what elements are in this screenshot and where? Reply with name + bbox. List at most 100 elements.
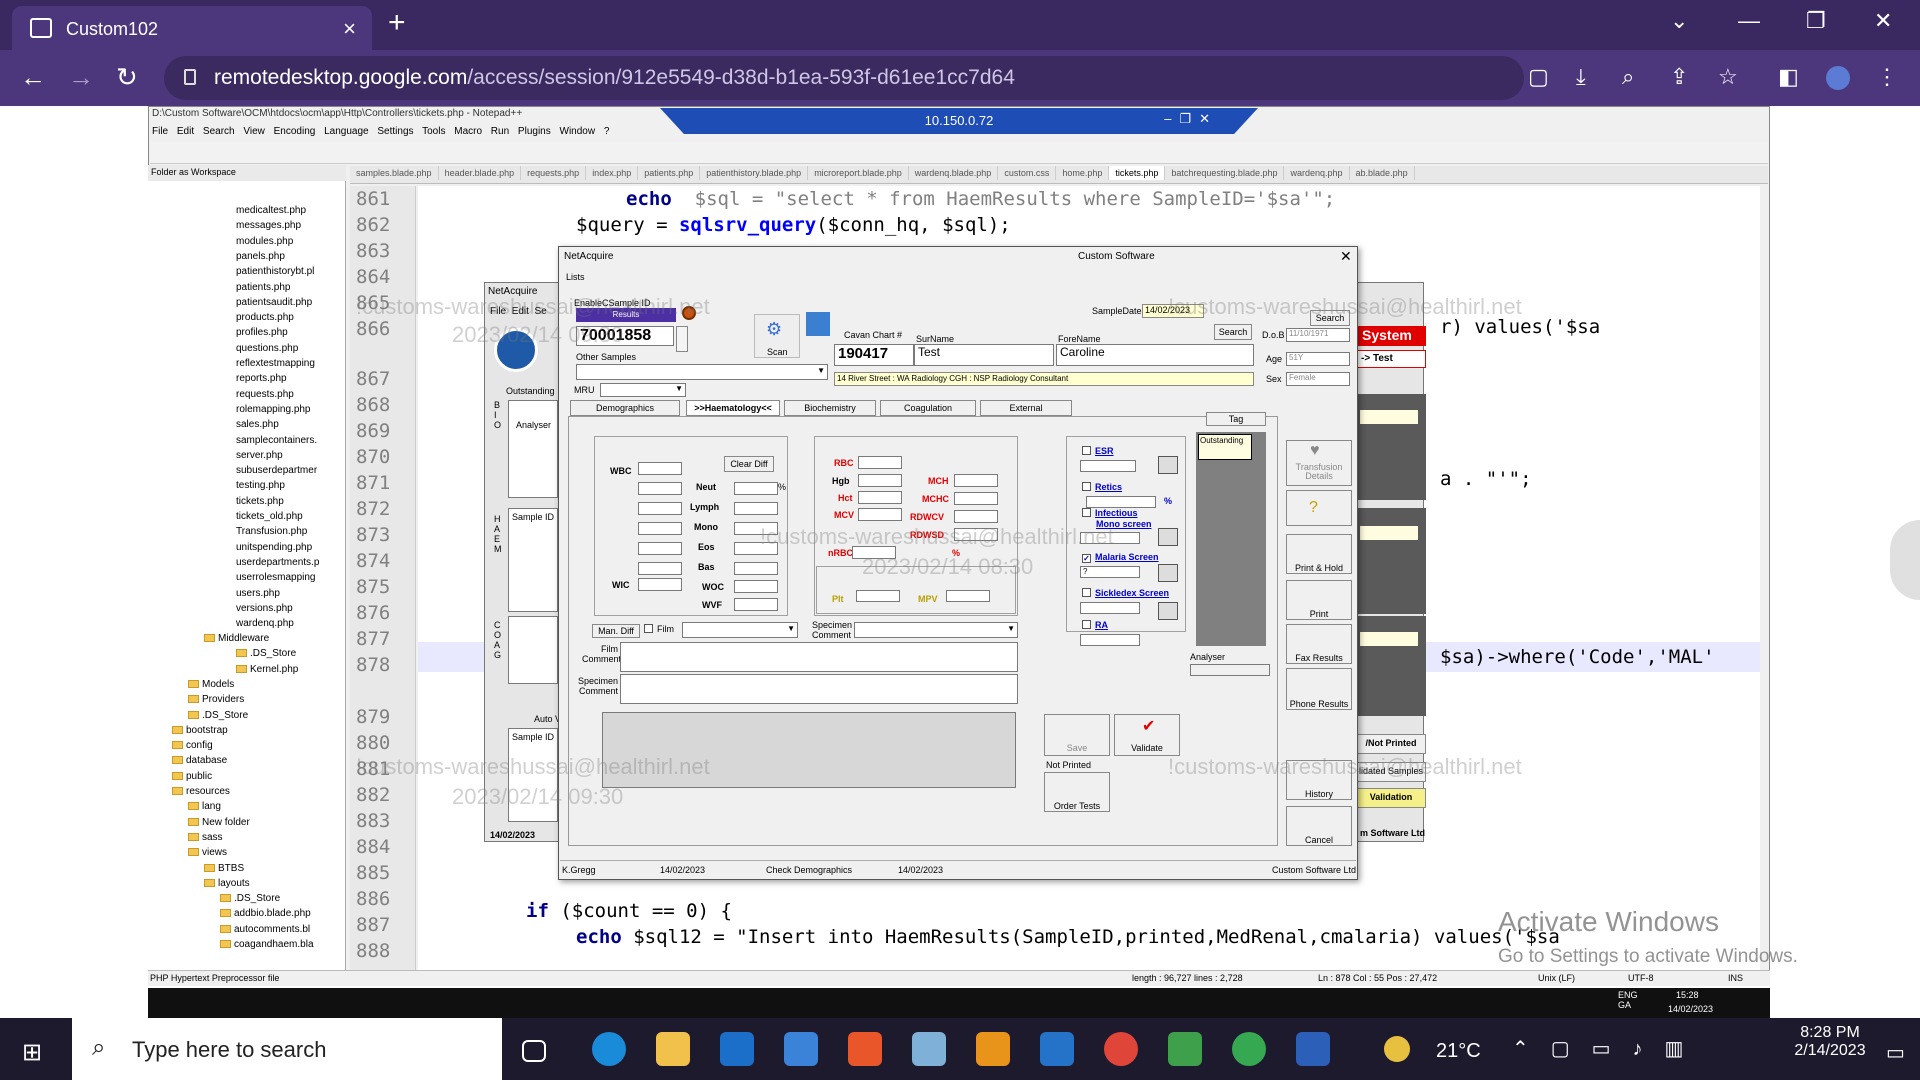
esr-checkbox[interactable] [1082,446,1091,455]
retics-field[interactable] [1086,496,1156,508]
tree-item[interactable]: lang [188,801,221,812]
cancel-button[interactable]: Cancel [1286,806,1352,846]
tree-file-item[interactable]: patientsaudit.php [236,297,312,308]
tree-file-item[interactable]: tickets_old.php [236,511,303,522]
result-input[interactable] [734,580,778,593]
profile-avatar[interactable] [1826,66,1850,90]
plt-field[interactable] [856,590,900,602]
file-tab[interactable]: wardenq.blade.php [909,166,999,180]
system-tray-icons[interactable]: ⌃▢▭♪▥ [1512,1036,1705,1061]
tree-file-item[interactable]: patients.php [236,282,291,293]
outstanding-panel[interactable]: Outstanding [1196,432,1266,646]
npp-menubar[interactable]: File Edit Search View Encoding Language … [152,126,609,137]
tree-file-item[interactable]: Transfusion.php [236,526,307,537]
result-input[interactable] [734,562,778,575]
taskbar-search-box[interactable]: ⌕ Type here to search [72,1018,502,1080]
tree-file-item[interactable]: tickets.php [236,496,284,507]
malaria-print-icon[interactable] [1158,564,1178,582]
clipboard-icon[interactable]: ▢ [1528,64,1549,90]
age-field[interactable]: 51Y [1286,352,1350,366]
minimize-icon[interactable]: — [1738,8,1760,34]
zoom-icon[interactable]: ⌕ [1622,64,1634,90]
close-tab-icon[interactable]: × [343,16,356,42]
ra-checkbox[interactable] [1082,620,1091,629]
tree-item[interactable]: addbio.blade.php [220,908,311,919]
file-tab[interactable]: patients.php [638,166,701,180]
app-icon[interactable] [1168,1032,1202,1066]
tree-item[interactable]: autocomments.bl [220,924,310,935]
sublime-text-icon[interactable] [976,1032,1010,1066]
file-tab[interactable]: samples.blade.php [350,166,439,180]
install-icon[interactable]: ⤓ [1576,64,1586,90]
mru-dropdown[interactable]: ▼ [600,383,686,397]
tree-item[interactable]: database [172,755,227,766]
dialog-close-icon[interactable]: ✕ [1340,248,1352,265]
file-tab[interactable]: custom.css [998,166,1057,180]
phone-results-button[interactable]: Phone Results [1286,668,1352,710]
tree-file-item[interactable]: unitspending.php [236,542,312,553]
file-tab[interactable]: wardenq.php [1284,166,1350,180]
notifications-icon[interactable]: ▭ [1886,1040,1905,1065]
tab-search-icon[interactable]: ⌄ [1670,8,1688,34]
mail-icon[interactable] [720,1032,754,1066]
print-button[interactable]: Print [1286,580,1352,620]
result-input[interactable] [638,522,682,535]
tree-file-item[interactable]: reports.php [236,373,287,384]
tree-file-item[interactable]: rolemapping.php [236,404,311,415]
tree-file-item[interactable]: wardenq.php [236,618,294,629]
result-input[interactable] [858,508,902,521]
tree-file-item[interactable]: subuserdepartmer [236,465,317,476]
tree-item[interactable]: sass [188,832,223,843]
result-input[interactable] [638,502,682,515]
tree-item[interactable]: layouts [204,878,250,889]
result-input[interactable] [734,598,778,611]
remote-connection-bar[interactable]: 10.150.0.72 –❐✕ [660,108,1258,134]
taskbar-clock[interactable]: 8:28 PM 2/14/2023 [1790,1024,1870,1060]
tree-item[interactable]: Models [188,679,234,690]
app-icon[interactable] [848,1032,882,1066]
tree-item[interactable]: .DS_Store [188,710,248,721]
result-input[interactable] [954,510,998,523]
clear-diff-button[interactable]: Clear Diff [724,456,774,472]
malaria-field[interactable]: ? [1080,566,1140,578]
result-input[interactable] [954,474,998,487]
calendar-icon[interactable] [806,312,830,336]
tree-item[interactable]: Providers [188,694,244,705]
infectious-mono-checkbox[interactable] [1082,508,1091,517]
forename-field[interactable]: Caroline [1056,344,1254,366]
vscode-icon[interactable] [1040,1032,1074,1066]
tree-file-item[interactable]: modules.php [236,236,293,247]
dialog-menu-lists[interactable]: Lists [566,272,585,282]
tree-file-item[interactable]: sales.php [236,419,279,430]
film-checkbox[interactable] [644,624,653,633]
back-bio-list[interactable] [508,400,558,498]
tree-item[interactable]: .DS_Store [236,648,296,659]
bookmark-star-icon[interactable]: ☆ [1718,64,1738,90]
tree-file-item[interactable]: messages.php [236,220,301,231]
weather-icon[interactable] [1384,1036,1410,1062]
file-tab[interactable]: patienthistory.blade.php [700,166,809,180]
reload-icon[interactable]: ↻ [116,62,138,93]
npp-toolbar[interactable] [150,142,1768,164]
esr-label[interactable]: ESR [1095,446,1114,456]
ra-field[interactable] [1080,634,1140,646]
analyser-field[interactable] [1190,664,1270,676]
result-input[interactable] [734,502,778,515]
file-tab[interactable]: index.php [586,166,639,180]
dialog-tab[interactable]: Demographics [570,400,680,416]
result-input[interactable] [638,462,682,475]
chrome-icon[interactable] [1104,1032,1138,1066]
tree-item[interactable]: .DS_Store [220,893,280,904]
share-icon[interactable]: ⇪ [1670,64,1688,90]
retics-checkbox[interactable] [1082,482,1091,491]
result-input[interactable] [734,482,778,495]
tree-file-item[interactable]: testing.php [236,480,285,491]
file-tab[interactable]: batchrequesting.blade.php [1165,166,1285,180]
tree-item[interactable]: coagandhaem.bla [220,939,314,950]
dialog-tab[interactable]: Biochemistry [784,400,876,416]
back-haem-list[interactable] [508,508,558,612]
word-icon[interactable] [1296,1032,1330,1066]
file-tab-bar[interactable]: samples.blade.php header.blade.php request… [350,166,1768,184]
result-input[interactable] [858,456,902,469]
restore-icon[interactable]: ❐ [1806,8,1826,34]
